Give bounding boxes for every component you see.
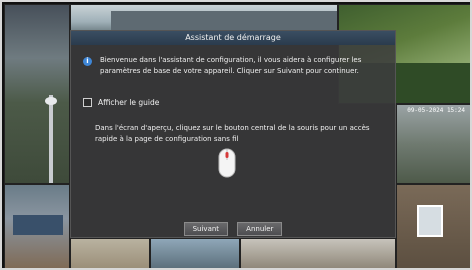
dialog-buttons: Suivant Annuler xyxy=(71,216,395,236)
mouse-icon xyxy=(218,148,236,178)
mouse-wheel-highlight xyxy=(225,152,229,158)
show-guide-label[interactable]: Afficher le guide xyxy=(98,98,159,107)
camera-tile-7[interactable] xyxy=(150,238,240,268)
warehouse-equipment xyxy=(13,215,63,235)
office-window xyxy=(417,205,443,237)
camera-tile-4[interactable]: 09-05-2024 15:24 xyxy=(396,104,470,184)
camera-tile-1[interactable] xyxy=(4,4,70,184)
camera-tile-5[interactable] xyxy=(4,184,70,268)
nvr-preview-screen: 09-05-2024 15:24 Assistant de démarrage … xyxy=(0,0,472,270)
building-roof xyxy=(111,11,337,31)
camera-timestamp: 09-05-2024 15:24 xyxy=(407,107,465,114)
show-guide-option[interactable]: Afficher le guide xyxy=(83,98,159,107)
next-button[interactable]: Suivant xyxy=(183,222,229,236)
info-message: i Bienvenue dans l'assistant de configur… xyxy=(83,55,387,77)
info-icon: i xyxy=(83,57,92,66)
dialog-title: Assistant de démarrage xyxy=(71,31,395,45)
mouse-hint-text: Dans l'écran d'aperçu, cliquez sur le bo… xyxy=(95,124,370,143)
camera-tile-9[interactable] xyxy=(396,184,470,268)
camera-tile-6[interactable] xyxy=(70,238,150,268)
info-text: Bienvenue dans l'assistant de configurat… xyxy=(100,56,362,75)
startup-wizard-dialog: Assistant de démarrage i Bienvenue dans … xyxy=(70,30,396,238)
street-lamp xyxy=(45,97,57,105)
cancel-button[interactable]: Annuler xyxy=(237,222,283,236)
street-lamp-pole xyxy=(49,95,53,183)
camera-tile-8[interactable] xyxy=(240,238,396,268)
show-guide-checkbox[interactable] xyxy=(83,98,92,107)
